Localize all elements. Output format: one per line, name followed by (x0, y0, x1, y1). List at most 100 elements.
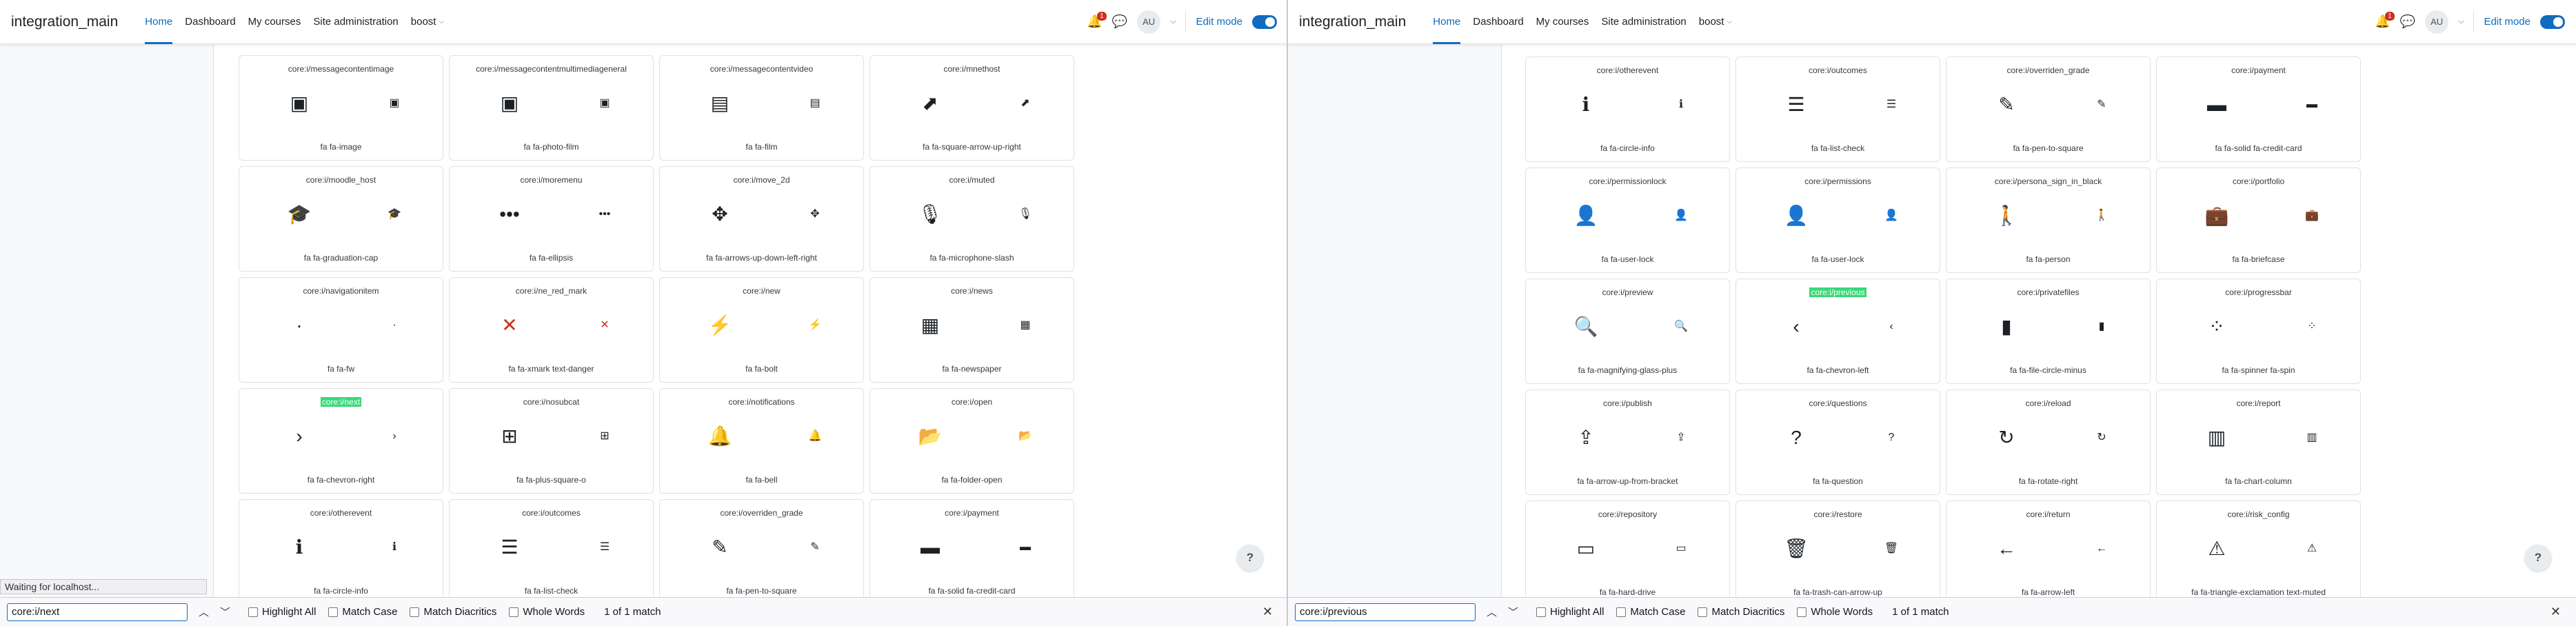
small-icon: ▬ (1020, 541, 1031, 553)
icon-card: core:i/preview 🔍 🔍 fa fa-magnifying-glass-p… (1525, 279, 1730, 384)
notifications-bell-icon[interactable]: 🔔 1 (1087, 12, 1107, 29)
large-icon: ← (1997, 538, 2016, 559)
match-diacritics-checkbox[interactable]: Match Diacritics (410, 606, 496, 618)
checkbox-box[interactable] (509, 607, 519, 617)
find-next-icon[interactable]: ﹀ (1508, 605, 1518, 619)
icon-card: core:i/payment ▬ ▬ fa fa-solid fa-credit-ca… (2156, 57, 2361, 162)
find-next-icon[interactable]: ﹀ (220, 605, 230, 619)
checkbox-box[interactable] (1616, 607, 1627, 617)
whole-words-label: Whole Words (523, 606, 585, 618)
nav-dashboard[interactable]: Dashboard (1467, 0, 1529, 44)
close-icon[interactable]: ✕ (1262, 605, 1273, 619)
icon-card: core:i/notifications 🔔 🔔 fa fa-bell (659, 388, 864, 494)
checkbox-box[interactable] (328, 607, 339, 617)
icon-identifier: core:i/reload (1946, 398, 2150, 408)
icon-identifier: core:i/repository (1526, 509, 1729, 519)
icon-card: core:i/moodle_host 🎓 🎓 fa fa-graduation-cap (239, 166, 443, 272)
edit-mode-toggle[interactable] (1252, 14, 1277, 29)
find-bar: ︿ ﹀ Highlight All Match Case Match Diacr… (0, 597, 1287, 626)
nav-boost[interactable]: boost ⌵ (1693, 0, 1738, 44)
fa-class-name: fa fa-person (2026, 254, 2071, 264)
whole-words-checkbox[interactable]: Whole Words (1797, 606, 1873, 618)
icon-identifier: core:i/report (2157, 398, 2360, 408)
match-diacritics-checkbox[interactable]: Match Diacritics (1698, 606, 1784, 618)
small-icon: ← (2096, 543, 2107, 554)
small-icon: › (392, 430, 396, 442)
messages-icon[interactable]: 💬 (2400, 14, 2415, 29)
nav-home[interactable]: Home (1427, 0, 1467, 44)
checkbox-box[interactable] (1698, 607, 1708, 617)
navbar-divider (2473, 10, 2475, 33)
checkbox-box[interactable] (248, 607, 259, 617)
fa-class-name: fa fa-photo-film (523, 142, 579, 152)
fa-class-name: fa fa-bolt (745, 364, 778, 374)
messages-icon[interactable]: 💬 (1112, 14, 1127, 29)
large-icon: › (296, 425, 303, 447)
match-case-checkbox[interactable]: Match Case (328, 606, 397, 618)
nav-site-administration[interactable]: Site administration (307, 0, 404, 44)
notifications-bell-icon[interactable]: 🔔 1 (2375, 12, 2395, 29)
icon-identifier: core:i/privatefiles (1946, 287, 2150, 297)
checkbox-box[interactable] (410, 607, 420, 617)
fa-class-name: fa fa-bell (745, 475, 778, 485)
find-input[interactable] (1295, 603, 1476, 621)
fa-class-name: fa fa-arrow-up-from-bracket (1577, 476, 1678, 486)
edit-mode-toggle[interactable] (2540, 14, 2565, 29)
icon-card: core:i/messagecontentvideo ▤ ▤ fa fa-film (659, 55, 864, 161)
site-name[interactable]: integration_main (11, 14, 118, 30)
fa-class-name: fa fa-circle-info (314, 586, 368, 596)
find-previous-icon[interactable]: ︿ (1487, 605, 1497, 619)
notification-count-badge: 1 (1097, 12, 1107, 21)
large-icon: ☰ (1787, 94, 1805, 115)
nav-home[interactable]: Home (139, 0, 179, 44)
fa-class-name: fa fa-microphone-slash (929, 253, 1014, 263)
small-icon: ▤ (809, 97, 821, 109)
icon-identifier: core:i/outcomes (1736, 65, 1940, 75)
highlight-all-checkbox[interactable]: Highlight All (1536, 606, 1604, 618)
find-input[interactable] (7, 603, 188, 621)
edit-mode-label: Edit mode (2484, 16, 2530, 28)
nav-my-courses[interactable]: My courses (242, 0, 308, 44)
highlight-all-checkbox[interactable]: Highlight All (248, 606, 316, 618)
highlight-all-label: Highlight All (262, 606, 316, 618)
small-icon: ⚠ (2306, 543, 2317, 554)
help-button[interactable]: ? (1237, 545, 1263, 571)
fa-class-name: fa fa-magnifying-glass-plus (1578, 365, 1678, 375)
whole-words-label: Whole Words (1811, 606, 1873, 618)
nav-my-courses[interactable]: My courses (1530, 0, 1596, 44)
nav-boost[interactable]: boost ⌵ (405, 0, 450, 44)
user-avatar[interactable]: AU (2425, 10, 2449, 34)
large-icon: ▣ (500, 92, 519, 114)
icon-card: core:i/ne_red_mark ✕ ✕ fa fa-xmark text-dan… (449, 277, 654, 383)
fa-class-name: fa fa-circle-info (1600, 143, 1655, 153)
user-menu-chevron-icon[interactable]: ⌵ (1170, 17, 1176, 26)
whole-words-checkbox[interactable]: Whole Words (509, 606, 585, 618)
icon-identifier-text: core:i/payment (945, 508, 999, 518)
user-avatar[interactable]: AU (1137, 10, 1161, 34)
user-menu-chevron-icon[interactable]: ⌵ (2458, 17, 2464, 26)
small-icon: ℹ (1678, 99, 1684, 110)
icon-card: core:i/repository ▭ ▭ fa fa-hard-drive (1525, 501, 1730, 606)
icon-identifier-text: core:i/report (2236, 398, 2281, 408)
icon-identifier-text: core:i/new (743, 286, 781, 296)
icon-identifier-text: core:i/repository (1598, 509, 1658, 519)
icon-card: core:i/mnethost ⬈ ⬈ fa fa-square-arrow-up-r… (869, 55, 1074, 161)
find-previous-icon[interactable]: ︿ (199, 605, 209, 619)
icon-card: core:i/overriden_grade ✎ ✎ fa fa-pen-to-squ… (659, 499, 864, 605)
site-name[interactable]: integration_main (1299, 14, 1406, 30)
nav-site-administration[interactable]: Site administration (1595, 0, 1692, 44)
icon-identifier-text: core:i/publish (1603, 398, 1652, 408)
match-case-checkbox[interactable]: Match Case (1616, 606, 1685, 618)
icon-identifier-text: core:i/messagecontentmultimediageneral (476, 64, 627, 74)
large-icon: ↻ (1998, 427, 2015, 448)
help-button[interactable]: ? (2525, 545, 2551, 571)
icon-identifier: core:i/next (239, 397, 443, 407)
icon-card: core:i/new ⚡ ⚡ fa fa-bolt (659, 277, 864, 383)
navbar: integration_main Home Dashboard My cours… (1288, 0, 2576, 44)
nav-dashboard[interactable]: Dashboard (179, 0, 241, 44)
find-match-count: 1 of 1 match (604, 606, 661, 618)
icon-card: core:i/messagecontentmultimediageneral ▣ ▣… (449, 55, 654, 161)
close-icon[interactable]: ✕ (2550, 605, 2561, 619)
checkbox-box[interactable] (1536, 607, 1547, 617)
checkbox-box[interactable] (1797, 607, 1807, 617)
